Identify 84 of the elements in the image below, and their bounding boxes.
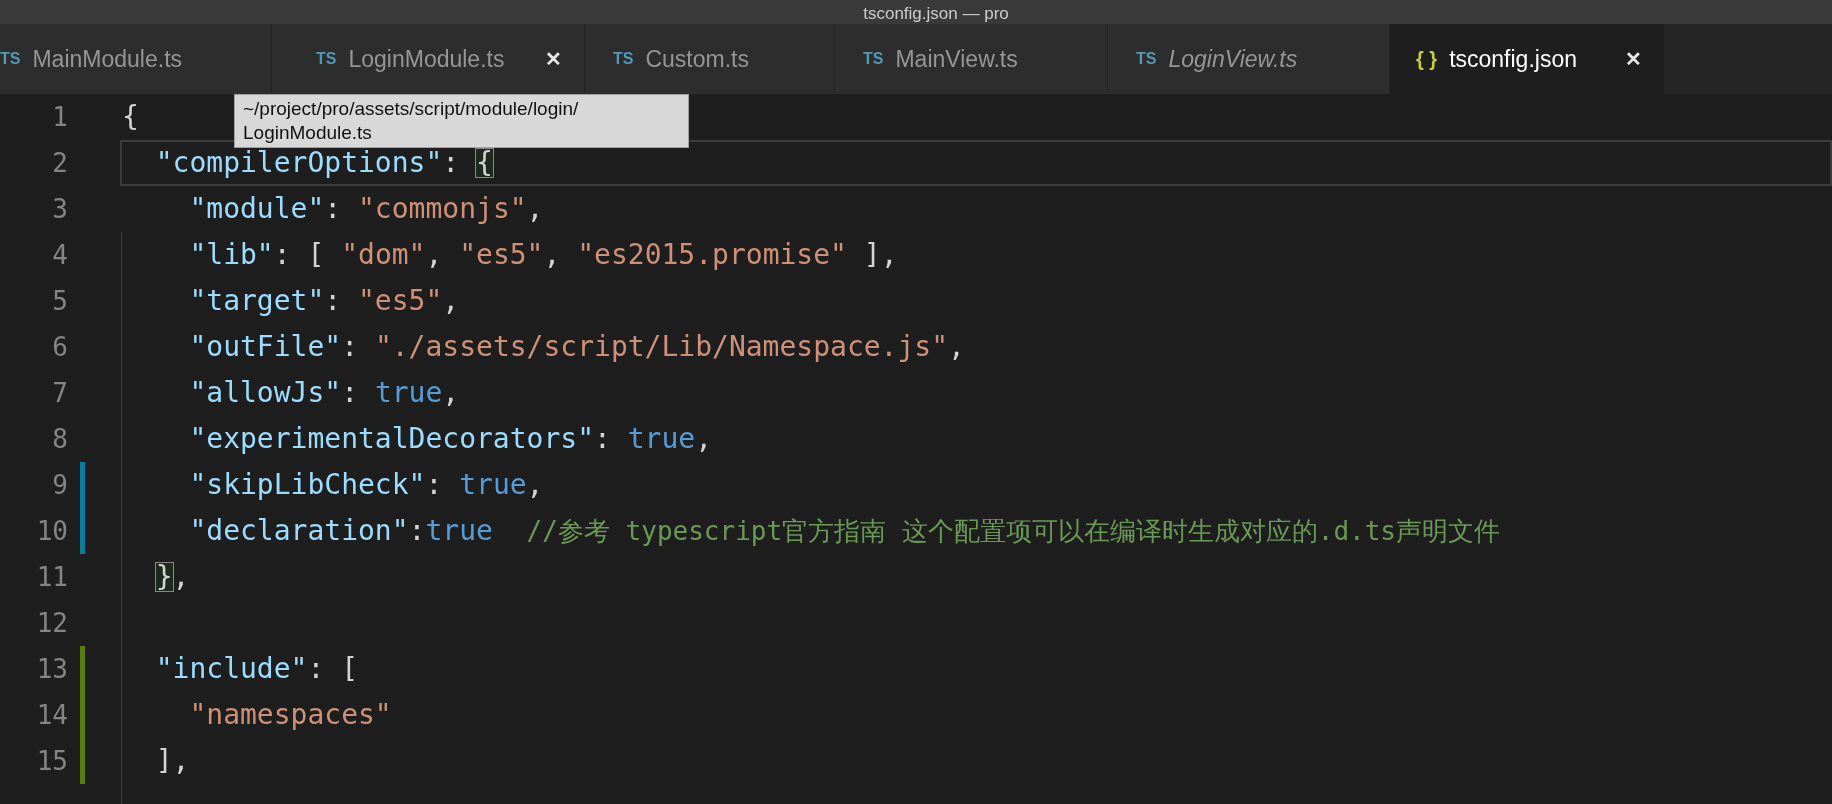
line-number: 6 — [51, 332, 68, 362]
code-token: "target" — [189, 287, 325, 315]
editor-tab[interactable]: TS Custom.ts — [585, 24, 835, 94]
code-token: , — [442, 379, 460, 407]
tab-label: LoginModule.ts — [348, 45, 505, 73]
braces-icon: { } — [1416, 47, 1438, 71]
code-token: : — [594, 425, 612, 453]
typescript-file-icon: TS — [863, 50, 884, 68]
tab-label: Custom.ts — [645, 45, 749, 73]
code-token: "es5" — [459, 241, 544, 269]
code-token: , — [425, 241, 444, 269]
code-token: ], — [155, 747, 190, 775]
code-token: "experimentalDecorators" — [189, 425, 594, 453]
code-token: "include" — [155, 655, 308, 683]
typescript-file-icon: TS — [613, 50, 634, 68]
code-token: "declaration" — [189, 517, 409, 545]
line-number: 3 — [51, 194, 68, 224]
code-token: : — [341, 333, 359, 361]
line-number: 4 — [51, 240, 68, 270]
typescript-file-icon: TS — [1136, 50, 1157, 68]
code-token: : — [341, 379, 359, 407]
tooltip-text: LoginModule.ts — [243, 121, 372, 145]
code-token: "namespaces" — [189, 701, 392, 729]
code-token: "compilerOptions" — [155, 149, 443, 177]
code-token: "./assets/script/Lib/Namespace.js" — [374, 333, 949, 361]
editor-tab[interactable]: TS MainModule.ts — [0, 24, 272, 94]
line-number: 7 — [51, 378, 68, 408]
code-token: : [ — [307, 655, 358, 683]
code-token: true — [459, 471, 527, 499]
code-token: "commonjs" — [358, 195, 527, 223]
tab-label: MainModule.ts — [32, 45, 183, 73]
editor-tab[interactable]: TS LoginView.ts — [1108, 24, 1390, 94]
matched-bracket: { — [476, 149, 493, 177]
line-number: 1 — [51, 102, 68, 132]
code-token: "skipLibCheck" — [189, 471, 426, 499]
code-token: true — [425, 517, 493, 545]
code-token: , — [695, 425, 713, 453]
code-token: true — [374, 379, 443, 407]
code-token: true — [627, 425, 696, 453]
window-title: tsconfig.json — pro — [863, 4, 1009, 24]
code-token: "dom" — [341, 241, 426, 269]
code-token: "es5" — [358, 287, 443, 315]
line-number: 8 — [51, 424, 68, 454]
line-number: 15 — [35, 746, 68, 776]
code-token: "es2015.promise" — [577, 241, 847, 269]
code-token: { — [122, 103, 139, 131]
code-token: : — [425, 471, 444, 499]
typescript-file-icon: TS — [0, 50, 21, 68]
typescript-file-icon: TS — [316, 50, 337, 68]
code-token: , — [526, 195, 544, 223]
code-token: , — [526, 471, 544, 499]
code-token: "module" — [189, 195, 325, 223]
code-token: //参考 typescript官方指南 这个配置项可以在编译时生成对应的.d.ts声明文件 — [526, 518, 1501, 544]
editor-tab[interactable]: { } tsconfig.json ✕ — [1390, 24, 1665, 94]
code-token: : — [324, 195, 343, 223]
tooltip-text: ~/project/pro/assets/script/module/login/ — [243, 97, 579, 121]
line-number: 14 — [35, 700, 68, 730]
line-number: 9 — [51, 470, 68, 500]
line-number: 13 — [35, 654, 68, 684]
code-token: : — [324, 287, 343, 315]
line-number: 2 — [51, 148, 68, 178]
close-icon[interactable]: ✕ — [545, 47, 562, 71]
line-number: 12 — [35, 608, 68, 638]
code-token: "lib" — [189, 241, 274, 269]
code-token: : — [408, 517, 426, 545]
code-token: , — [442, 287, 460, 315]
close-icon[interactable]: ✕ — [1625, 47, 1642, 71]
tab-label: LoginView.ts — [1168, 45, 1298, 73]
line-number: 10 — [35, 516, 68, 546]
line-number: 11 — [35, 562, 68, 592]
code-token: , — [543, 241, 562, 269]
code-token: "allowJs" — [189, 379, 342, 407]
editor-tab[interactable]: TS MainView.ts — [835, 24, 1108, 94]
tab-label: MainView.ts — [895, 45, 1018, 73]
matched-bracket: } — [155, 563, 173, 591]
tab-label: tsconfig.json — [1449, 45, 1577, 73]
code-token: , — [172, 563, 190, 591]
code-token: , — [948, 333, 965, 361]
code-token: : — [442, 149, 461, 177]
line-number: 5 — [51, 286, 68, 316]
code-token: "outFile" — [189, 333, 342, 361]
editor-tab[interactable]: TS LoginModule.ts ✕ — [272, 24, 585, 94]
code-token: ], — [863, 241, 898, 269]
code-token: : [ — [273, 241, 326, 269]
